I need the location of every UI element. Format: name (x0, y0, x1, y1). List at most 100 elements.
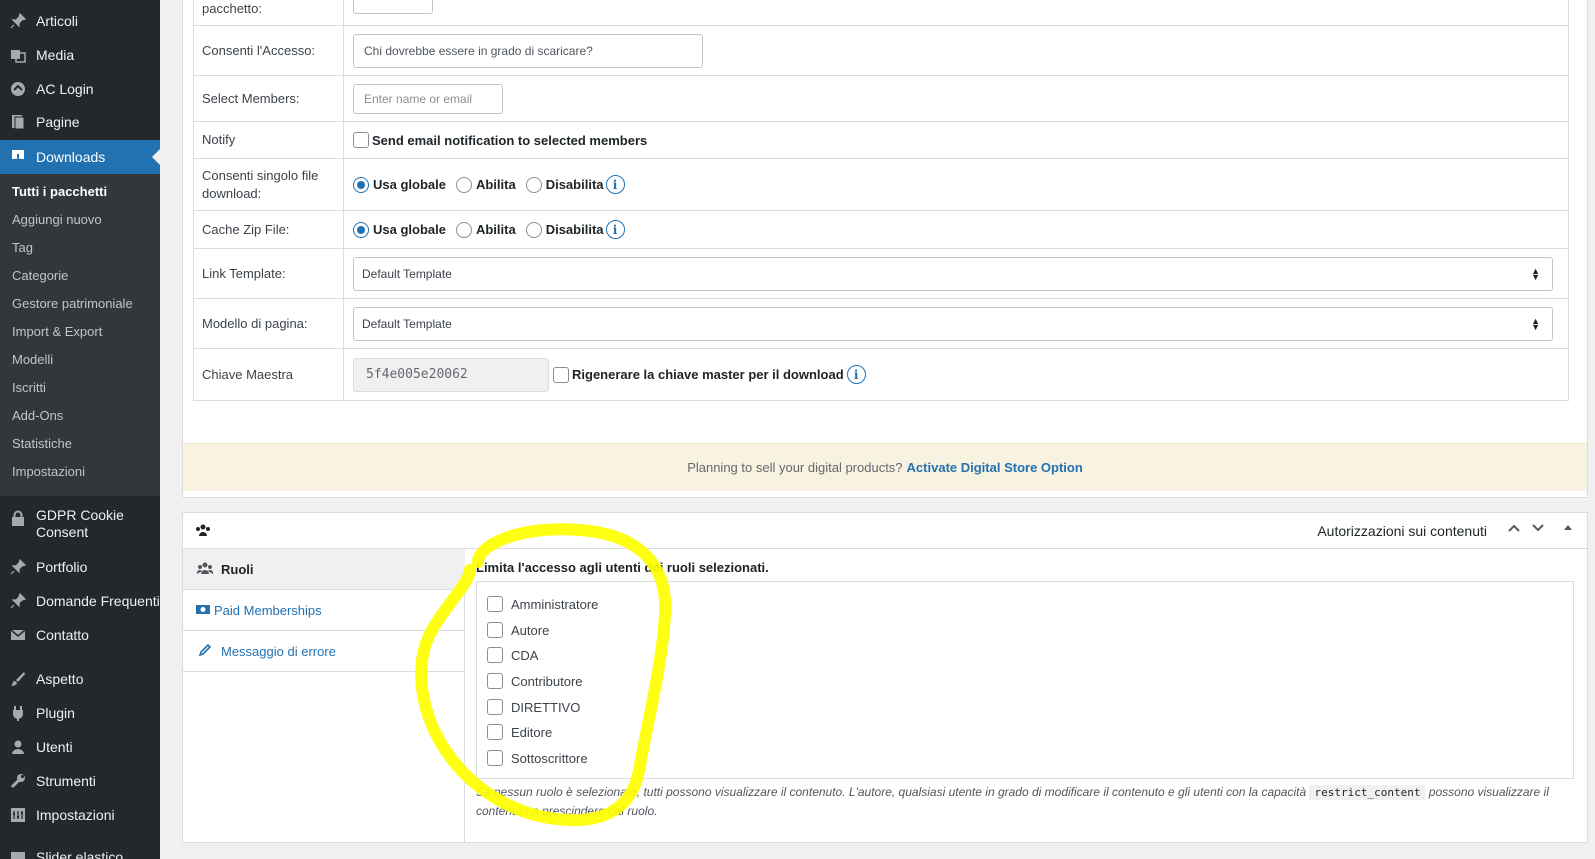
members-input[interactable]: Enter name or email (353, 83, 503, 114)
row-label: Select Members: (194, 76, 344, 121)
menu-label: Strumenti (36, 772, 96, 789)
access-input[interactable]: Chi dovrebbe essere in grado di scaricar… (353, 33, 703, 68)
menu-portfolio[interactable]: Portfolio (0, 556, 160, 578)
tab-paid-memberships[interactable]: Paid Memberships (183, 590, 465, 631)
group-icon (195, 561, 215, 578)
activate-store-link[interactable]: Activate Digital Store Option (907, 460, 1083, 475)
role-item[interactable]: Amministratore (487, 596, 598, 612)
move-down-icon[interactable] (1531, 521, 1545, 538)
cache-enable-radio[interactable] (455, 221, 472, 238)
submenu-add-new[interactable]: Aggiungi nuovo (12, 212, 102, 227)
info-icon[interactable]: i (605, 175, 625, 194)
submenu-templates[interactable]: Modelli (12, 352, 53, 367)
menu-pagine[interactable]: Pagine (0, 111, 160, 133)
single-disable-radio[interactable] (525, 176, 542, 193)
role-item[interactable]: DIRETTIVO (487, 699, 580, 715)
permissions-tabs: Ruoli Paid Memberships Messaggio di erro… (183, 549, 465, 843)
menu-downloads[interactable]: Downloads (0, 140, 160, 174)
menu-contatto[interactable]: Contatto (0, 624, 160, 646)
menu-articoli[interactable]: Articoli (0, 10, 160, 32)
menu-media[interactable]: Media (0, 44, 160, 66)
role-checkbox[interactable] (487, 647, 503, 663)
submenu-stats[interactable]: Statistiche (12, 436, 72, 451)
move-up-icon[interactable] (1507, 521, 1521, 538)
menu-label: GDPR Cookie Consent (36, 507, 124, 540)
regen-key-checkbox[interactable] (553, 366, 569, 383)
content-permissions-box: Autorizzazioni sui contenuti Ruoli Paid … (182, 512, 1588, 843)
submenu-asset-manager[interactable]: Gestore patrimoniale (12, 296, 133, 311)
menu-label: Domande Frequenti (36, 592, 160, 609)
menu-plugin[interactable]: Plugin (0, 702, 160, 724)
link-template-select[interactable]: Default Template ▲ ▼ (353, 256, 1553, 291)
settings-table: pacchetto: Consenti l'Accesso: Chi dovre… (193, 0, 1569, 401)
menu-gdpr[interactable]: GDPR Cookie Consent (0, 506, 160, 542)
menu-impostazioni[interactable]: Impostazioni (0, 804, 160, 826)
info-icon[interactable]: i (846, 365, 866, 384)
submenu-import-export[interactable]: Import & Export (12, 324, 102, 339)
promo-text: Planning to sell your digital products? (687, 460, 903, 475)
role-checkbox[interactable] (487, 596, 503, 612)
menu-label: Pagine (36, 113, 80, 130)
cache-global-radio[interactable] (353, 221, 369, 238)
role-item[interactable]: Sottoscrittore (487, 750, 588, 766)
select-arrows-icon: ▲ ▼ (1531, 265, 1540, 282)
single-global-radio[interactable] (353, 176, 369, 193)
menu-faq[interactable]: Domande Frequenti (0, 590, 160, 612)
row-label: Cache Zip File: (194, 211, 344, 248)
collapse-icon[interactable] (1563, 521, 1573, 538)
package-settings-box: pacchetto: Consenti l'Accesso: Chi dovre… (182, 0, 1588, 498)
submenu-tags[interactable]: Tag (12, 240, 33, 255)
row-value: Enter name or email (345, 76, 1568, 121)
role-checkbox[interactable] (487, 673, 503, 689)
pin-icon (8, 11, 28, 31)
submenu-subscribers[interactable]: Iscritti (12, 380, 46, 395)
submenu-all-packages[interactable]: Tutti i pacchetti (12, 184, 107, 199)
role-label: DIRETTIVO (511, 699, 581, 715)
role-checkbox[interactable] (487, 724, 503, 740)
row-label: Chiave Maestra (194, 349, 344, 400)
package-input[interactable] (353, 0, 433, 14)
row-value: Default Template ▲ ▼ (345, 249, 1568, 298)
box-title: Autorizzazioni sui contenuti (1317, 523, 1487, 539)
menu-ac-login[interactable]: AC Login (0, 78, 160, 100)
row-value: Usa globale Abilita Disabilita i (345, 211, 1568, 248)
role-item[interactable]: Editore (487, 724, 552, 740)
role-item[interactable]: CDA (487, 647, 538, 663)
menu-slider[interactable]: Slider elastico (0, 846, 160, 859)
pencil-icon (195, 643, 215, 660)
notify-checkbox[interactable] (353, 132, 369, 148)
opt-label: Usa globale (373, 177, 446, 192)
menu-label: Impostazioni (36, 806, 115, 823)
select-value: Default Template (362, 266, 452, 281)
submenu-settings[interactable]: Impostazioni (12, 464, 85, 479)
menu-strumenti[interactable]: Strumenti (0, 770, 160, 792)
pages-icon (8, 112, 28, 132)
single-enable-radio[interactable] (455, 176, 472, 193)
role-checkbox[interactable] (487, 699, 503, 715)
role-item[interactable]: Autore (487, 622, 549, 638)
tab-roles[interactable]: Ruoli (183, 549, 465, 590)
row-notify: Notify Send email notification to select… (194, 122, 1568, 159)
role-item[interactable]: Contributore (487, 673, 583, 689)
user-icon (8, 737, 28, 757)
tab-error-message[interactable]: Messaggio di errore (183, 631, 465, 672)
role-checkbox[interactable] (487, 750, 503, 766)
submenu-add-ons[interactable]: Add-Ons (12, 408, 63, 423)
row-value: Send email notification to selected memb… (345, 122, 1568, 158)
submenu-categories[interactable]: Categorie (12, 268, 68, 283)
menu-label: Media (36, 46, 75, 63)
menu-label: AC Login (36, 80, 94, 97)
login-icon (8, 79, 28, 99)
notify-label: Send email notification to selected memb… (372, 132, 648, 148)
digital-store-promo: Planning to sell your digital products? … (183, 443, 1587, 491)
menu-aspetto[interactable]: Aspetto (0, 668, 160, 690)
page-template-select[interactable]: Default Template ▲ ▼ (353, 306, 1553, 341)
access-placeholder: Chi dovrebbe essere in grado di scaricar… (364, 43, 593, 58)
group-icon (195, 523, 211, 540)
money-icon (195, 602, 211, 618)
menu-utenti[interactable]: Utenti (0, 736, 160, 758)
info-icon[interactable]: i (605, 220, 625, 239)
row-label: Consenti singolo file download: (194, 159, 344, 210)
role-checkbox[interactable] (487, 622, 503, 638)
cache-disable-radio[interactable] (525, 221, 542, 238)
